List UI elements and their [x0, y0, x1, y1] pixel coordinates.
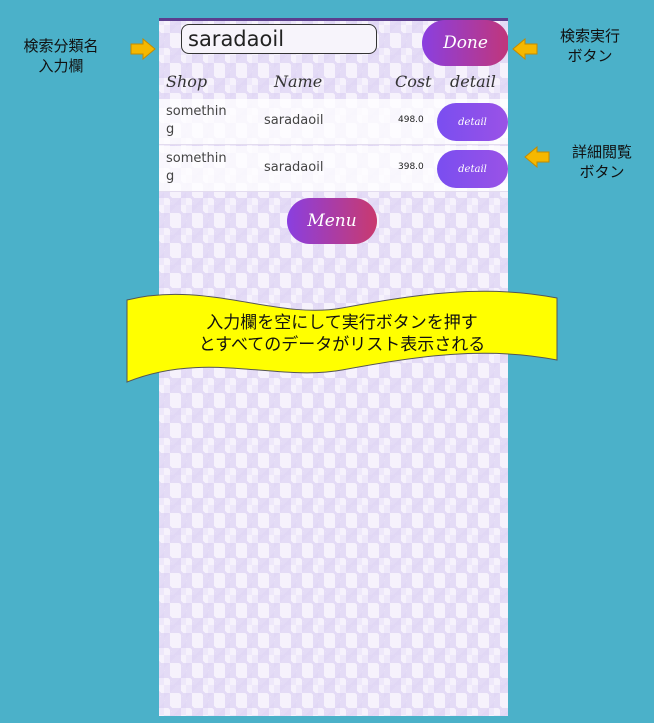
header-detail: detail	[450, 72, 496, 91]
done-button[interactable]: Done	[422, 20, 508, 66]
header-cost: Cost	[395, 72, 432, 91]
header-name: Name	[274, 72, 323, 91]
detail-button[interactable]: detail	[437, 103, 508, 141]
row-cost: 498.0	[398, 115, 424, 125]
detail-button[interactable]: detail	[437, 150, 508, 188]
table-row: something saradaoil 398.0 detail	[159, 146, 508, 192]
arrow-right-icon	[130, 38, 156, 60]
annotation-done-button: 検索実行 ボタン	[559, 27, 620, 65]
banner-line-1: 入力欄を空にして実行ボタンを押す	[206, 313, 478, 333]
row-shop: something	[166, 151, 227, 184]
header-shop: Shop	[166, 72, 208, 91]
canvas: 検索分類名 入力欄 検索実行 ボタン 詳細閲覧 ボタン Done Shop Na…	[0, 0, 654, 723]
annotation-detail-button: 詳細閲覧 ボタン	[571, 143, 632, 181]
table-header: Shop Name Cost detail	[159, 70, 508, 98]
banner-line-2: とすべてのデータがリスト表示される	[198, 335, 486, 355]
annotation-search-input: 検索分類名 入力欄	[23, 37, 99, 75]
row-shop: something	[166, 104, 227, 137]
row-name: saradaoil	[264, 160, 324, 175]
menu-button[interactable]: Menu	[287, 198, 377, 244]
arrow-left-icon	[512, 38, 538, 60]
table-row: something saradaoil 498.0 detail	[159, 99, 508, 145]
arrow-left-icon	[524, 146, 550, 168]
banner-text: 入力欄を空にして実行ボタンを押す とすべてのデータがリスト表示される	[126, 312, 558, 356]
search-input[interactable]	[181, 24, 377, 54]
row-cost: 398.0	[398, 162, 424, 172]
row-name: saradaoil	[264, 113, 324, 128]
